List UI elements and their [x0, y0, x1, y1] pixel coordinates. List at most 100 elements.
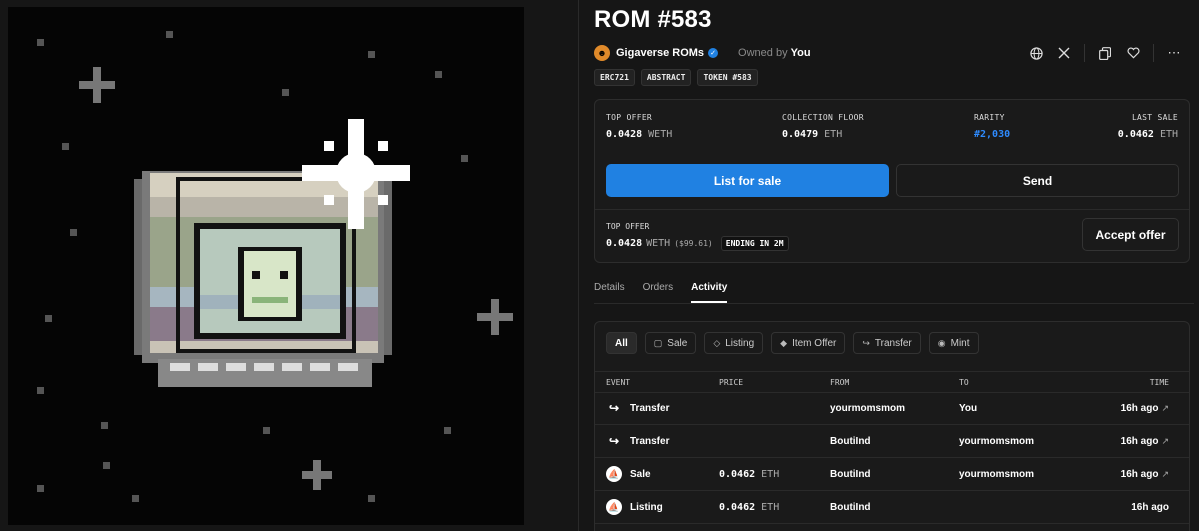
- box-divider: [595, 209, 1189, 210]
- stat-value: 0.0479 ETH: [782, 129, 864, 140]
- filter-sale[interactable]: ▢ Sale: [644, 332, 697, 354]
- time-link[interactable]: 16h ago ↗: [1121, 469, 1169, 480]
- to-link[interactable]: yourmomsmom: [959, 436, 1034, 447]
- opensea-icon: ⛵: [606, 466, 622, 482]
- filter-label: Listing: [725, 337, 755, 349]
- accept-offer-button[interactable]: Accept offer: [1082, 218, 1179, 251]
- filter-all[interactable]: All: [606, 332, 637, 354]
- external-link-icon: ↗: [1161, 436, 1169, 446]
- tabs-divider: [594, 303, 1194, 304]
- mint-icon: ◉: [937, 337, 946, 348]
- rarity-value[interactable]: #2,030: [974, 129, 1010, 140]
- filter-item-offer[interactable]: ◆ Item Offer: [771, 332, 846, 354]
- table-row[interactable]: ⛵ Listing 0.0462 ETH BoutiInd 16h ago: [595, 492, 1189, 524]
- top-offer-value: 0.0428 WETH ($99.61) ENDING IN 2M: [606, 236, 789, 251]
- col-from: FROM: [830, 378, 850, 387]
- tag-standard[interactable]: ERC721: [594, 69, 635, 86]
- offer-usd: ($99.61): [674, 239, 713, 248]
- pixel-art-rom: [37, 31, 513, 502]
- stat-number: 0.0462: [1117, 129, 1154, 140]
- owned-by-label: Owned by: [738, 47, 788, 59]
- header-actions: ⋯: [1022, 43, 1188, 63]
- heart-icon[interactable]: [1119, 43, 1147, 63]
- offer-ending-badge: ENDING IN 2M: [720, 236, 789, 251]
- collection-name-link[interactable]: Gigaverse ROMs: [616, 47, 704, 59]
- x-icon[interactable]: [1050, 43, 1078, 63]
- col-event: EVENT: [606, 378, 631, 387]
- tab-orders[interactable]: Orders: [643, 282, 674, 303]
- offer-icon: ◆: [780, 337, 788, 348]
- stat-unit: ETH: [1159, 129, 1178, 140]
- price-cell: 0.0462 ETH: [719, 469, 779, 480]
- collection-avatar-icon[interactable]: ☻: [594, 45, 610, 61]
- header-separator: [1084, 44, 1085, 62]
- event-cell: ↪ Transfer: [606, 433, 670, 449]
- price-unit: ETH: [761, 469, 780, 480]
- time-label: 16h ago: [1120, 469, 1159, 480]
- tag-icon: ◇: [713, 337, 721, 348]
- col-time: TIME: [1149, 378, 1169, 387]
- opensea-icon: ⛵: [606, 499, 622, 515]
- price-amount: 0.0462: [719, 469, 756, 480]
- table-row[interactable]: ↪ Transfer BoutiInd yourmomsmom 16h ago ↗: [595, 426, 1189, 458]
- top-offer-label: TOP OFFER: [606, 222, 650, 231]
- filter-label: Sale: [667, 337, 688, 349]
- tag-chain[interactable]: ABSTRACT: [640, 69, 692, 86]
- item-details-panel: ROM #583 ☻ Gigaverse ROMs ✓ Owned by You …: [594, 0, 1194, 531]
- owner-link[interactable]: You: [791, 47, 811, 59]
- stat-unit: ETH: [824, 129, 843, 140]
- from-link[interactable]: yourmomsmom: [830, 403, 905, 414]
- copy-icon[interactable]: [1091, 43, 1119, 63]
- time-link[interactable]: 16h ago ↗: [1121, 436, 1169, 447]
- stat-collection-floor: COLLECTION FLOOR 0.0479 ETH: [782, 113, 864, 140]
- to-link[interactable]: You: [959, 403, 977, 414]
- from-link[interactable]: BoutiInd: [830, 469, 871, 480]
- stat-label: TOP OFFER: [606, 113, 653, 122]
- from-link[interactable]: BoutiInd: [830, 502, 871, 513]
- globe-icon[interactable]: [1022, 43, 1050, 63]
- list-for-sale-button[interactable]: List for sale: [606, 164, 889, 197]
- filter-transfer[interactable]: ↪ Transfer: [853, 332, 921, 354]
- offer-amount: 0.0428: [606, 238, 643, 249]
- from-link[interactable]: BoutiInd: [830, 436, 871, 447]
- send-button[interactable]: Send: [896, 164, 1179, 197]
- col-to: TO: [959, 378, 969, 387]
- filter-label: Item Offer: [792, 337, 837, 349]
- filter-listing[interactable]: ◇ Listing: [704, 332, 764, 354]
- bag-icon: ▢: [653, 337, 663, 348]
- transfer-icon: ↪: [608, 434, 620, 448]
- header-separator-2: [1153, 44, 1154, 62]
- activity-filters: All ▢ Sale ◇ Listing ◆ Item Offer ↪ Transfer…: [606, 332, 979, 354]
- price-box: TOP OFFER 0.0428 WETH COLLECTION FLOOR 0…: [594, 99, 1190, 263]
- time-label: 16h ago: [1131, 502, 1169, 513]
- table-row[interactable]: ⛵ Sale 0.0462 ETH BoutiInd yourmomsmom 16…: [595, 459, 1189, 491]
- event-cell: ⛵ Listing: [606, 499, 663, 515]
- tab-details[interactable]: Details: [594, 282, 625, 303]
- stat-value: 0.0428 WETH: [606, 129, 672, 140]
- event-label: Transfer: [630, 402, 670, 414]
- external-link-icon: ↗: [1161, 403, 1169, 413]
- item-title: ROM #583: [594, 6, 712, 33]
- tag-token-id[interactable]: TOKEN #583: [697, 69, 758, 86]
- time-link[interactable]: 16h ago ↗: [1121, 403, 1169, 414]
- stat-last-sale: LAST SALE 0.0462 ETH: [1118, 113, 1178, 140]
- filter-mint[interactable]: ◉ Mint: [928, 332, 979, 354]
- event-cell: ↪ Transfer: [606, 400, 670, 416]
- tab-activity[interactable]: Activity: [691, 282, 728, 303]
- stat-number: 0.0479: [782, 129, 819, 140]
- nft-image[interactable]: [8, 7, 524, 525]
- to-link[interactable]: yourmomsmom: [959, 469, 1034, 480]
- event-cell: ⛵ Sale: [606, 466, 651, 482]
- external-link-icon: ↗: [1161, 469, 1169, 479]
- more-icon[interactable]: ⋯: [1160, 43, 1188, 63]
- detail-tabs: Details Orders Activity: [594, 282, 745, 303]
- col-price: PRICE: [719, 378, 744, 387]
- table-row[interactable]: ↪ Transfer yourmomsmom You 16h ago ↗: [595, 393, 1189, 425]
- stat-unit: WETH: [648, 129, 673, 140]
- price-cell: 0.0462 ETH: [719, 502, 779, 513]
- time-link[interactable]: 16h ago: [1131, 502, 1169, 513]
- time-label: 16h ago: [1120, 403, 1159, 414]
- collection-row: ☻ Gigaverse ROMs ✓ Owned by You: [594, 44, 811, 62]
- art-panel: [0, 0, 578, 531]
- stat-number: 0.0428: [606, 129, 643, 140]
